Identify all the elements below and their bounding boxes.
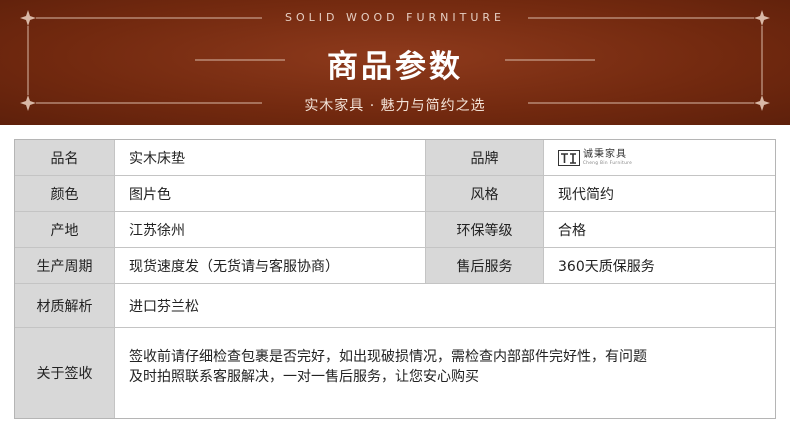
page-title: 商品参数 <box>327 49 463 85</box>
brand-name-en: Cheng Bin Furniture <box>583 160 633 165</box>
value-eco-grade: 合格 <box>544 212 775 248</box>
label-product-name: 品名 <box>15 140 115 176</box>
label-brand: 品牌 <box>426 140 544 176</box>
label-after-sales: 售后服务 <box>426 248 544 284</box>
brand-logo-icon <box>558 149 580 166</box>
sign-note-line-2: 及时拍照联系客服解决，一对一售后服务，让您安心购买 <box>129 369 479 385</box>
brand-name: 诚秉家具 <box>583 149 627 160</box>
label-material: 材质解析 <box>15 284 115 328</box>
value-origin: 江苏徐州 <box>115 212 426 248</box>
product-params-table: 品名 实木床垫 品牌 诚秉家具 Cheng Bin Furniture 颜色 图… <box>14 139 776 419</box>
label-style: 风格 <box>426 176 544 212</box>
banner-subtitle: 实木家具 · 魅力与简约之选 <box>304 98 486 114</box>
label-origin: 产地 <box>15 212 115 248</box>
label-sign-receipt: 关于签收 <box>15 328 115 418</box>
value-after-sales: 360天质保服务 <box>544 248 775 284</box>
brand-logo: 诚秉家具 Cheng Bin Furniture <box>558 149 633 166</box>
value-product-name: 实木床垫 <box>115 140 426 176</box>
value-style: 现代简约 <box>544 176 775 212</box>
value-sign-receipt: 签收前请仔细检查包裹是否完好，如出现破损情况，需检查内部部件完好性，有问题 及时… <box>115 328 775 418</box>
value-brand: 诚秉家具 Cheng Bin Furniture <box>544 140 775 176</box>
label-eco-grade: 环保等级 <box>426 212 544 248</box>
value-material: 进口芬兰松 <box>115 284 775 328</box>
value-color: 图片色 <box>115 176 426 212</box>
label-color: 颜色 <box>15 176 115 212</box>
label-production-cycle: 生产周期 <box>15 248 115 284</box>
english-title: SOLID WOOD FURNITURE <box>285 11 505 24</box>
sign-note-line-1: 签收前请仔细检查包裹是否完好，如出现破损情况，需检查内部部件完好性，有问题 <box>129 349 647 365</box>
value-production-cycle: 现货速度发（无货请与客服协商） <box>115 248 426 284</box>
header-banner: SOLID WOOD FURNITURE 商品参数 实木家具 · 魅力与简约之选 <box>0 0 790 125</box>
